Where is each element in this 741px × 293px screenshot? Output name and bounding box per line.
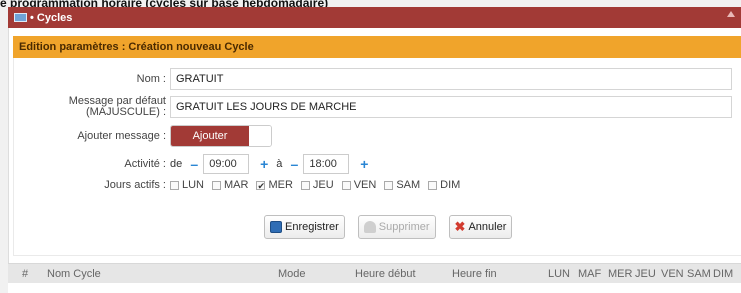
message-input[interactable]: GRATUIT LES JOURS DE MARCHE — [170, 96, 732, 118]
from-time-input[interactable]: 09:00 — [203, 154, 250, 174]
calendar-icon — [14, 13, 27, 22]
day-checkbox-ven[interactable]: VEN — [341, 179, 377, 191]
to-plus-button[interactable]: + — [355, 155, 373, 173]
from-minus-button[interactable]: – — [185, 155, 203, 173]
nom-input[interactable]: GRATUIT — [170, 68, 732, 90]
cancel-button[interactable]: ✖ Annuler — [448, 215, 513, 239]
collapse-icon[interactable] — [727, 11, 735, 17]
col-mode[interactable]: Mode — [278, 268, 306, 280]
col-lun[interactable]: LUN — [548, 268, 570, 280]
ajouter-toggle-off[interactable] — [249, 126, 271, 146]
col-ven[interactable]: VEN — [661, 268, 684, 280]
day-label: LUN — [182, 179, 205, 191]
window-title: Cycles — [36, 11, 73, 24]
checkbox-icon[interactable] — [300, 180, 310, 190]
cycles-panel: Edition paramètres : Création nouveau Cy… — [8, 28, 741, 293]
nom-row: Nom : GRATUIT — [14, 68, 741, 90]
day-checkbox-dim[interactable]: DIM — [428, 179, 460, 191]
day-label: SAM — [396, 179, 421, 191]
day-label: DIM — [440, 179, 461, 191]
cycles-table-header: # Nom Cycle Mode Heure début Heure fin L… — [8, 263, 741, 283]
day-label: JEU — [312, 179, 334, 191]
checkbox-icon[interactable] — [341, 180, 351, 190]
save-button[interactable]: Enregistrer — [264, 215, 345, 239]
col-nom-cycle[interactable]: Nom Cycle — [47, 268, 101, 280]
day-checkbox-mar[interactable]: MAR — [212, 179, 248, 191]
message-row: Message par défaut (MAJUSCULE) : GRATUIT… — [14, 96, 741, 118]
jours-label: Jours actifs : — [104, 178, 166, 191]
ajouter-label: Ajouter message : — [77, 129, 166, 142]
action-buttons: Enregistrer Supprimer ✖ Annuler — [264, 215, 513, 239]
checkbox-icon[interactable] — [170, 180, 179, 190]
section-title: Edition paramètres : Création nouveau Cy… — [13, 36, 741, 58]
day-checkbox-jeu[interactable]: JEU — [300, 179, 334, 191]
window-titlebar: • Cycles — [8, 7, 741, 28]
col-dim[interactable]: DIM — [713, 268, 733, 280]
day-label: MAR — [224, 179, 249, 191]
to-minus-button[interactable]: – — [285, 155, 303, 173]
col-maf[interactable]: MAF — [578, 268, 601, 280]
col-heure-fin[interactable]: Heure fin — [452, 268, 497, 280]
day-label: MER — [268, 179, 293, 191]
cycle-form: Nom : GRATUIT Message par défaut (MAJUSC… — [13, 58, 741, 256]
cancel-x-icon: ✖ — [454, 219, 466, 234]
to-prefix: à — [276, 158, 283, 170]
col-jeu[interactable]: JEU — [635, 268, 656, 280]
checkbox-icon[interactable] — [428, 180, 438, 190]
col-heure-debut[interactable]: Heure début — [355, 268, 416, 280]
jours-row: Jours actifs : LUN MAR ✔ MER JEU VEN SAM DIM — [14, 179, 741, 191]
to-time-input[interactable]: 18:00 — [303, 154, 350, 174]
col-sam[interactable]: SAM — [687, 268, 711, 280]
from-plus-button[interactable]: + — [255, 155, 273, 173]
days-group: LUN MAR ✔ MER JEU VEN SAM DIM — [170, 179, 468, 191]
day-checkbox-sam[interactable]: SAM — [384, 179, 420, 191]
delete-button[interactable]: Supprimer — [357, 215, 436, 239]
activite-label: Activité : — [124, 157, 166, 170]
checkbox-icon[interactable] — [212, 180, 222, 190]
day-checkbox-lun[interactable]: LUN — [170, 179, 204, 191]
day-checkbox-mer[interactable]: ✔ MER — [256, 179, 293, 191]
message-label: Message par défaut (MAJUSCULE) : — [68, 95, 166, 118]
floppy-icon — [270, 221, 282, 233]
col-index[interactable]: # — [22, 268, 28, 280]
trash-icon — [363, 221, 376, 233]
checkbox-icon[interactable] — [384, 180, 394, 190]
col-mer[interactable]: MER — [608, 268, 632, 280]
table-body — [8, 283, 741, 293]
ajouter-message-toggle[interactable]: Ajouter — [170, 125, 272, 147]
activite-row: Activité : de – 09:00 + à – 18:00 + — [14, 154, 741, 174]
checkbox-icon[interactable]: ✔ — [256, 180, 266, 190]
from-prefix: de — [170, 158, 183, 170]
ajouter-row: Ajouter message : Ajouter — [14, 125, 741, 147]
nom-label: Nom : — [136, 72, 166, 85]
window-title-bullet: • — [30, 11, 37, 24]
day-label: VEN — [353, 179, 377, 191]
ajouter-toggle-on[interactable]: Ajouter — [171, 126, 249, 146]
